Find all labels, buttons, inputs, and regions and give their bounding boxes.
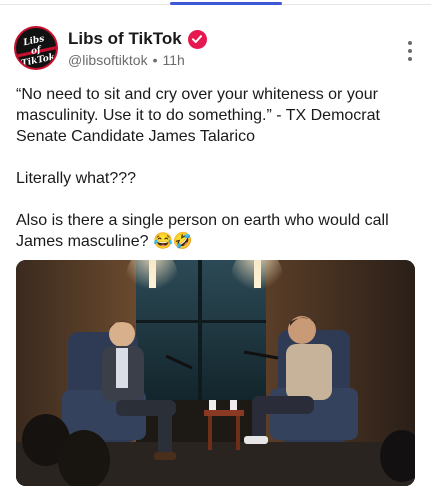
post-paragraph: Literally what???	[16, 170, 137, 187]
author-meta-row: @libsoftiktok • 11h	[68, 52, 185, 68]
more-dot	[408, 57, 412, 61]
more-dot	[408, 41, 412, 45]
author-display-name[interactable]: Libs of TikTok	[68, 29, 182, 49]
avatar[interactable]: Libs of TikTok	[14, 26, 58, 70]
more-vertical-icon[interactable]	[402, 38, 418, 64]
verified-badge-icon	[187, 29, 207, 49]
post-paragraph: “No need to sit and cry over your whiten…	[16, 86, 380, 145]
author-handle[interactable]: @libsoftiktok	[68, 52, 148, 68]
author-name-row: Libs of TikTok	[68, 28, 207, 50]
post-paragraph: Also is there a single person on earth w…	[16, 212, 389, 250]
meta-separator: •	[152, 52, 158, 68]
post-timestamp[interactable]: 11h	[162, 52, 184, 68]
post-card[interactable]: Libs of TikTok Libs of TikTok @libsoftik…	[0, 6, 431, 500]
video-frame-illustration	[16, 260, 415, 486]
active-tab-indicator	[170, 2, 282, 5]
post-header: Libs of TikTok Libs of TikTok @libsoftik…	[14, 26, 418, 72]
post-text: “No need to sit and cry over your whiten…	[16, 84, 416, 252]
post-video-thumbnail[interactable]	[16, 260, 415, 486]
avatar-logo-text: Libs of TikTok	[20, 34, 57, 70]
more-dot	[408, 49, 412, 53]
